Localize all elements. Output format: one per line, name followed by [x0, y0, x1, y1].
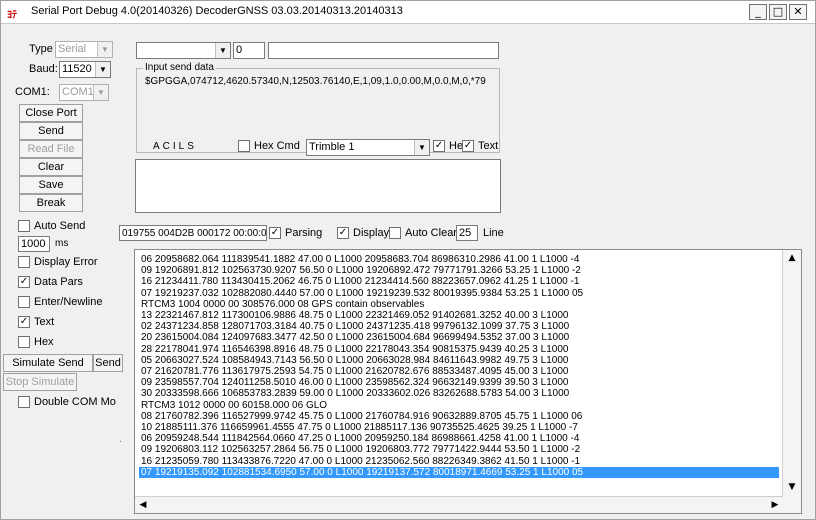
- log-line[interactable]: 02 24371234.858 128071703.3184 40.75 0 L…: [141, 321, 569, 332]
- type-select[interactable]: Serial ▼: [55, 41, 113, 58]
- close-port-button[interactable]: Close Port: [19, 104, 83, 122]
- send-history-select[interactable]: ▼: [136, 42, 231, 59]
- chevron-down-icon: ▼: [215, 43, 230, 58]
- main-window: ﾖﾃ Serial Port Debug 4.0(20140326) Decod…: [0, 0, 816, 520]
- enter-newline-checkbox[interactable]: Enter/Newline: [18, 296, 102, 308]
- scroll-up-icon[interactable]: ▲: [784, 250, 800, 266]
- scroll-right-icon[interactable]: ▶: [767, 497, 783, 513]
- read-file-button[interactable]: Read File: [19, 140, 83, 158]
- display-checkbox[interactable]: ✓ Display: [337, 227, 389, 239]
- checkbox-box: [18, 336, 30, 348]
- checkbox-box: [18, 396, 30, 408]
- type-label: Type: [29, 43, 53, 55]
- chevron-down-icon: ▼: [97, 42, 112, 57]
- hex-cmd-checkbox[interactable]: Hex Cmd: [238, 140, 300, 152]
- scroll-down-icon[interactable]: ▼: [784, 479, 800, 495]
- check-icon: ✓: [18, 316, 30, 328]
- window-controls: _ □ ✕: [749, 4, 807, 20]
- com-label: COM1:: [15, 86, 50, 98]
- log-line[interactable]: 28 22178041.974 116546398.8916 48.75 0 L…: [141, 344, 568, 355]
- log-line[interactable]: 05 20663027.524 108584943.7143 56.50 0 L…: [141, 355, 568, 366]
- display-error-checkbox[interactable]: Display Error: [18, 256, 98, 268]
- send-text-checkbox[interactable]: ✓ Text: [462, 140, 498, 152]
- app-icon: ﾖﾃ: [7, 10, 17, 21]
- auto-send-checkbox[interactable]: Auto Send: [18, 220, 85, 232]
- send-data-text[interactable]: $GPGGA,074712,4620.57340,N,12503.76140,E…: [145, 76, 486, 87]
- com-port-select[interactable]: COM1 ▼: [59, 84, 109, 101]
- parsing-checkbox[interactable]: ✓ Parsing: [269, 227, 322, 239]
- top-text-field[interactable]: [268, 42, 499, 59]
- horizontal-scrollbar[interactable]: ◀ ▶: [135, 496, 783, 513]
- stray-dot: .: [119, 433, 123, 445]
- log-line[interactable]: 13 22321467.812 117300106.9886 48.75 0 L…: [141, 310, 568, 321]
- input-send-label: Input send data: [143, 62, 216, 73]
- checkbox-box: [18, 296, 30, 308]
- log-line[interactable]: 07 21620781.776 113617975.2593 54.75 0 L…: [141, 366, 568, 377]
- log-line[interactable]: 10 21885111.376 116659961.4555 47.75 0 L…: [141, 422, 578, 433]
- log-line[interactable]: 09 19206803.112 102563257.2864 56.75 0 L…: [141, 444, 580, 455]
- check-icon: ✓: [18, 276, 30, 288]
- receive-log[interactable]: 06 20958682.064 111839541.1882 47.00 0 L…: [134, 249, 802, 514]
- checkbox-box: [389, 227, 401, 239]
- scroll-left-icon[interactable]: ◀: [135, 497, 151, 513]
- log-line[interactable]: 20 23615004.084 124097683.3477 42.50 0 L…: [141, 332, 569, 343]
- selected-log-line[interactable]: 07 19219135.092 102881534.6950 57.00 0 L…: [139, 466, 779, 478]
- checkbox-box: [18, 220, 30, 232]
- log-line[interactable]: 16 21235059.780 113433876.7220 47.00 0 L…: [141, 456, 580, 467]
- maximize-button[interactable]: □: [769, 4, 787, 20]
- save-button[interactable]: Save: [19, 176, 83, 194]
- log-line[interactable]: 08 21760782.396 116527999.9742 45.75 0 L…: [141, 411, 582, 422]
- status-field: 019755 004D2B 000172 00:00:00: [119, 225, 267, 241]
- auto-clear-lines-input[interactable]: 25: [456, 225, 478, 241]
- send-button[interactable]: Send: [19, 122, 83, 140]
- check-icon: ✓: [337, 227, 349, 239]
- device-select[interactable]: Trimble 1 ▼: [306, 139, 430, 156]
- vertical-scrollbar[interactable]: ▲ ▼: [782, 250, 801, 513]
- acils-label: ACILS: [153, 141, 197, 152]
- log-line[interactable]: 09 23598557.704 124011258.5010 46.00 0 L…: [141, 377, 568, 388]
- log-line[interactable]: RTCM3 1012 0000 00 60158.000 06 GLO: [141, 400, 327, 411]
- receive-preview-area[interactable]: [135, 159, 501, 213]
- check-icon: ✓: [433, 140, 445, 152]
- auto-clear-checkbox[interactable]: Auto Clear: [389, 227, 457, 239]
- line-label: Line: [483, 227, 504, 239]
- log-line[interactable]: 30 20333598.666 106853783.2839 59.00 0 L…: [141, 388, 569, 399]
- double-com-checkbox[interactable]: Double COM Mo: [18, 396, 116, 408]
- data-pars-checkbox[interactable]: ✓ Data Pars: [18, 276, 83, 288]
- clear-button[interactable]: Clear: [19, 158, 83, 176]
- checkbox-box: [238, 140, 250, 152]
- chevron-down-icon: ▼: [414, 140, 429, 155]
- chevron-down-icon: ▼: [93, 85, 108, 100]
- title-bar: ﾖﾃ Serial Port Debug 4.0(20140326) Decod…: [1, 1, 815, 24]
- interval-unit: ms: [55, 238, 69, 249]
- log-line[interactable]: 07 19219237.032 102882080.4440 57.00 0 L…: [141, 288, 583, 299]
- baud-select[interactable]: 11520 ▼: [59, 61, 111, 78]
- chevron-down-icon: ▼: [95, 62, 110, 77]
- check-icon: ✓: [269, 227, 281, 239]
- text-checkbox[interactable]: ✓ Text: [18, 316, 54, 328]
- hex-checkbox[interactable]: Hex: [18, 336, 54, 348]
- simulate-send-button[interactable]: Simulate Send: [3, 354, 93, 372]
- log-line[interactable]: 06 20959248.544 111842564.0660 47.25 0 L…: [141, 433, 579, 444]
- count-input[interactable]: 0: [233, 42, 265, 59]
- log-line[interactable]: 09 19206891.812 102563730.9207 56.50 0 L…: [141, 265, 581, 276]
- baud-label: Baud:: [29, 63, 58, 75]
- log-line[interactable]: 16 21234411.780 113430415.2062 46.75 0 L…: [141, 276, 579, 287]
- stop-simulate-button[interactable]: Stop Simulate: [3, 373, 77, 391]
- interval-input[interactable]: 1000: [18, 236, 50, 252]
- send-small-button[interactable]: Send: [93, 354, 123, 372]
- checkbox-box: [18, 256, 30, 268]
- log-line[interactable]: RTCM3 1004 0000 00 308576.000 08 GPS con…: [141, 299, 424, 310]
- minimize-button[interactable]: _: [749, 4, 767, 20]
- window-title: Serial Port Debug 4.0(20140326) DecoderG…: [31, 5, 403, 17]
- break-button[interactable]: Break: [19, 194, 83, 212]
- check-icon: ✓: [462, 140, 474, 152]
- close-window-button[interactable]: ✕: [789, 4, 807, 20]
- log-line[interactable]: 06 20958682.064 111839541.1882 47.00 0 L…: [141, 254, 579, 265]
